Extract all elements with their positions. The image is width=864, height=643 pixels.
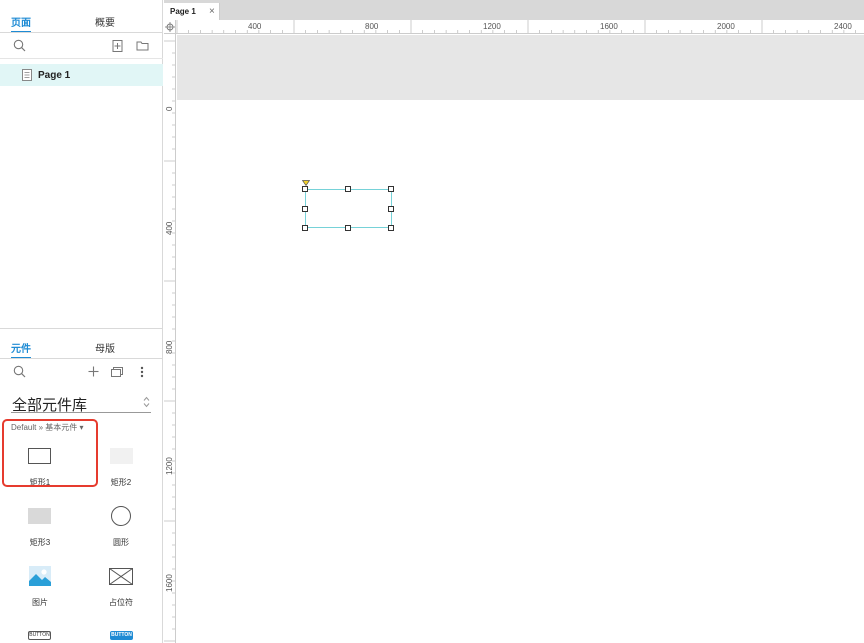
ruler-label: 2400 [834,22,852,31]
corner-radius-handle-icon[interactable] [302,180,310,186]
resize-handle-bottom-left[interactable] [302,225,308,231]
updown-chevron-icon [143,396,150,408]
primary-button-icon: BUTTON [110,631,133,640]
resize-handle-bottom-right[interactable] [388,225,394,231]
resize-handle-top-left[interactable] [302,186,308,192]
library-stack-icon[interactable] [111,366,124,377]
resize-handle-right[interactable] [388,206,394,212]
library-tabs: 元件 母版 [0,332,163,359]
horizontal-ruler-ticks [176,20,856,33]
horizontal-ruler[interactable]: 400 800 1200 1600 2000 2400 [176,20,864,34]
selected-rectangle[interactable] [305,189,392,228]
add-folder-icon[interactable] [136,40,149,51]
widget-label: 图片 [32,598,48,607]
ruler-label: 1200 [165,457,174,475]
resize-handle-bottom[interactable] [345,225,351,231]
ruler-label: 0 [165,106,174,111]
placeholder-icon [109,568,133,585]
widget-label: 矩形3 [29,538,51,547]
more-options-icon[interactable] [140,366,144,378]
resize-handle-left[interactable] [302,206,308,212]
ruler-corner[interactable] [164,20,176,34]
tab-widgets[interactable]: 元件 [11,340,31,359]
tab-page-1[interactable]: Page 1 × [164,3,220,20]
widget-placeholder[interactable]: 占位符 [91,564,151,614]
rectangle-2-icon [110,448,133,464]
vertical-ruler-ticks [164,40,175,642]
add-page-icon[interactable] [112,40,123,52]
ruler-label: 800 [165,340,174,354]
canvas-offpage-area [177,35,864,100]
rectangle-3-icon [28,508,51,524]
search-icon[interactable] [13,365,26,378]
widget-rectangle-3[interactable]: 矩形3 [10,504,70,554]
crosshair-icon [165,22,175,32]
resize-handle-top[interactable] [345,186,351,192]
left-panel: 页面 概要 Page 1 元件 母版 全部元件库 Default » 基本元件 … [0,0,163,643]
widget-label: 占位符 [109,598,133,607]
tab-label: Page 1 [170,7,196,16]
image-icon [29,566,51,586]
vertical-ruler[interactable]: 0 400 800 1200 1600 [164,34,176,643]
ruler-label: 1200 [483,22,501,31]
tab-pages[interactable]: 页面 [11,14,31,33]
ruler-label: 1600 [600,22,618,31]
pages-tabs: 页面 概要 [0,6,163,33]
widget-rectangle-2[interactable]: 矩形2 [91,444,151,494]
document-tabs-bar: Page 1 × [164,0,864,20]
library-select[interactable]: 全部元件库 [11,393,151,414]
widget-label: 圆形 [113,538,129,547]
page-item-label: Page 1 [38,70,71,81]
add-library-icon[interactable] [88,366,99,377]
page-item-page-1[interactable]: Page 1 [0,64,163,86]
tab-outline[interactable]: 概要 [95,14,115,33]
widget-label: 矩形2 [110,478,132,487]
tab-masters[interactable]: 母版 [95,340,115,359]
design-canvas[interactable] [177,35,864,643]
close-icon[interactable]: × [209,6,215,17]
widget-button[interactable]: BUTTON [10,628,70,643]
ruler-label: 400 [165,221,174,235]
resize-handle-top-right[interactable] [388,186,394,192]
button-icon: BUTTON [28,631,51,640]
widgets-toolbar [0,359,163,385]
ruler-label: 800 [365,22,379,31]
widget-image[interactable]: 图片 [10,564,70,614]
library-name: 全部元件库 [12,397,88,414]
widget-circle[interactable]: 圆形 [91,504,151,554]
circle-icon [111,506,131,526]
pages-toolbar [0,33,163,59]
highlight-annotation [2,419,98,487]
divider [0,328,163,329]
ruler-label: 2000 [717,22,735,31]
search-icon[interactable] [13,39,26,52]
page-icon [22,69,32,81]
widget-primary-button[interactable]: BUTTON [91,628,151,643]
ruler-label: 400 [248,22,262,31]
ruler-label: 1600 [165,574,174,592]
